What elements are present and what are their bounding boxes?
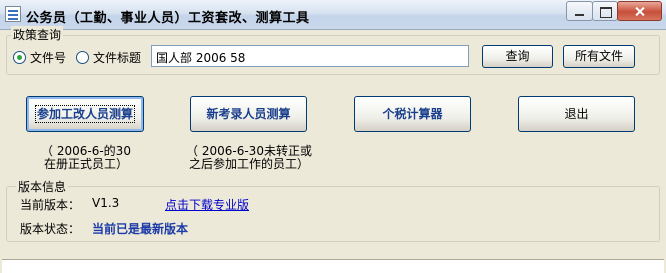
minimize-button[interactable] [566, 1, 593, 21]
current-version-value: V1.3 [92, 196, 120, 210]
window-title: 公务员（工勤、事业人员）工资套改、测算工具 [26, 11, 310, 26]
maximize-button[interactable] [592, 1, 618, 21]
query-button-label: 查询 [505, 49, 530, 63]
all-files-button-label: 所有文件 [574, 49, 623, 63]
current-version-label: 当前版本： [20, 198, 81, 212]
new-hire-calc-button-label: 新考录人员测算 [206, 107, 291, 121]
version-status-value: 当前已是最新版本 [92, 222, 189, 236]
tax-calc-button-label: 个税计算器 [382, 107, 443, 121]
reform-note-line2: 在册正式员工） [43, 157, 128, 171]
search-input[interactable]: 国人部 2006 58 [151, 45, 469, 67]
exit-button[interactable]: 退出 [518, 96, 635, 132]
all-files-button[interactable]: 所有文件 [563, 45, 635, 68]
new-hire-calc-button[interactable]: 新考录人员测算 [190, 96, 307, 132]
radio-doc-number-label: 文件号 [30, 51, 67, 65]
radio-doc-title-label: 文件标题 [93, 51, 142, 65]
app-icon [5, 6, 21, 22]
radio-doc-number[interactable]: 文件号 [13, 49, 66, 66]
policy-query-label: 政策查询 [11, 26, 64, 43]
radio-doc-title-indicator[interactable] [76, 51, 89, 64]
new-hire-note: （ 2006-6-30未转正或 之后参加工作的员工） [176, 145, 322, 171]
radio-doc-title[interactable]: 文件标题 [76, 49, 141, 66]
tax-calc-button[interactable]: 个税计算器 [354, 96, 471, 132]
close-button[interactable] [617, 1, 662, 21]
exit-button-label: 退出 [564, 107, 589, 121]
download-pro-link[interactable]: 点击下载专业版 [165, 196, 249, 213]
version-info-label: 版本信息 [16, 178, 69, 195]
query-button[interactable]: 查询 [482, 45, 553, 68]
new-hire-note-line2: 之后参加工作的员工） [188, 157, 309, 171]
status-bar [2, 259, 664, 273]
reform-calc-button[interactable]: 参加工改人员测算 [26, 96, 144, 132]
version-status-label: 版本状态： [20, 222, 81, 236]
radio-doc-number-indicator[interactable] [13, 51, 26, 64]
reform-note: （ 2006-6-的30 在册正式员工） [22, 145, 150, 171]
reform-calc-button-label: 参加工改人员测算 [34, 105, 136, 123]
title-bar[interactable]: 公务员（工勤、事业人员）工资套改、测算工具 [0, 0, 666, 30]
